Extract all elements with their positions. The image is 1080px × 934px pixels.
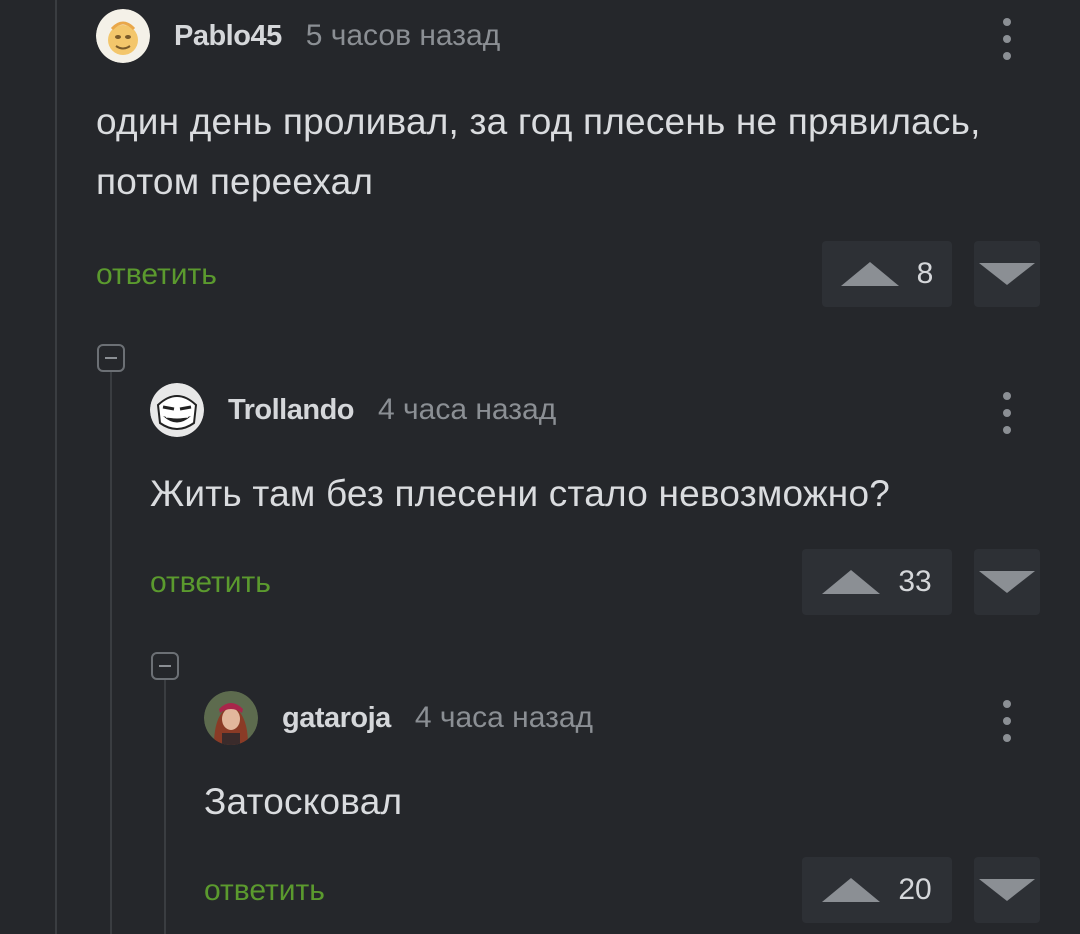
upvote-button[interactable]: 20	[802, 857, 952, 923]
timestamp: 4 часа назад	[414, 701, 594, 734]
timestamp: 4 часа назад	[378, 393, 557, 426]
rating-count: 8	[916, 257, 934, 290]
upvote-arrow-icon	[840, 262, 899, 286]
reply-button[interactable]: ответить	[204, 874, 325, 908]
more-vertical-icon[interactable]	[1003, 700, 1011, 742]
username[interactable]: gataroja	[282, 702, 391, 735]
rating-count: 20	[898, 873, 932, 906]
downvote-button[interactable]	[974, 241, 1040, 307]
thread-line-root	[55, 0, 57, 934]
downvote-button[interactable]	[974, 549, 1040, 615]
comment-text: один день проливал, за год плесень не пр…	[96, 101, 981, 202]
downvote-arrow-icon	[979, 879, 1035, 901]
avatar[interactable]	[204, 691, 258, 745]
comments-thread: Pablo45 5 часов назад один день проливал…	[0, 0, 1080, 934]
comment-header: gataroja 4 часа назад	[204, 691, 593, 745]
avatar[interactable]	[96, 9, 150, 63]
username[interactable]: Trollando	[228, 394, 355, 427]
collapse-thread-icon[interactable]	[97, 344, 125, 372]
more-vertical-icon[interactable]	[1003, 392, 1011, 434]
rating-count: 33	[898, 565, 932, 598]
reply-button[interactable]: ответить	[150, 566, 271, 600]
reply-button[interactable]: ответить	[96, 258, 217, 292]
upvote-button[interactable]: 8	[822, 241, 952, 307]
downvote-arrow-icon	[979, 571, 1035, 593]
comment-text: Затосковал	[204, 781, 403, 822]
more-vertical-icon[interactable]	[1003, 18, 1011, 60]
downvote-arrow-icon	[979, 263, 1035, 285]
comment-text: Жить там без плесени стало невозможно?	[150, 473, 890, 514]
thread-line-level2[interactable]	[164, 680, 166, 934]
downvote-button[interactable]	[974, 857, 1040, 923]
timestamp: 5 часов назад	[305, 19, 501, 52]
upvote-button[interactable]: 33	[802, 549, 952, 615]
upvote-arrow-icon	[822, 570, 881, 594]
avatar[interactable]	[150, 383, 204, 437]
comment-header: Pablo45 5 часов назад	[96, 9, 500, 63]
username[interactable]: Pablo45	[174, 20, 282, 53]
upvote-arrow-icon	[822, 878, 881, 902]
collapse-thread-icon[interactable]	[151, 652, 179, 680]
thread-line-level1[interactable]	[110, 372, 112, 934]
comment-header: Trollando 4 часа назад	[150, 383, 556, 437]
